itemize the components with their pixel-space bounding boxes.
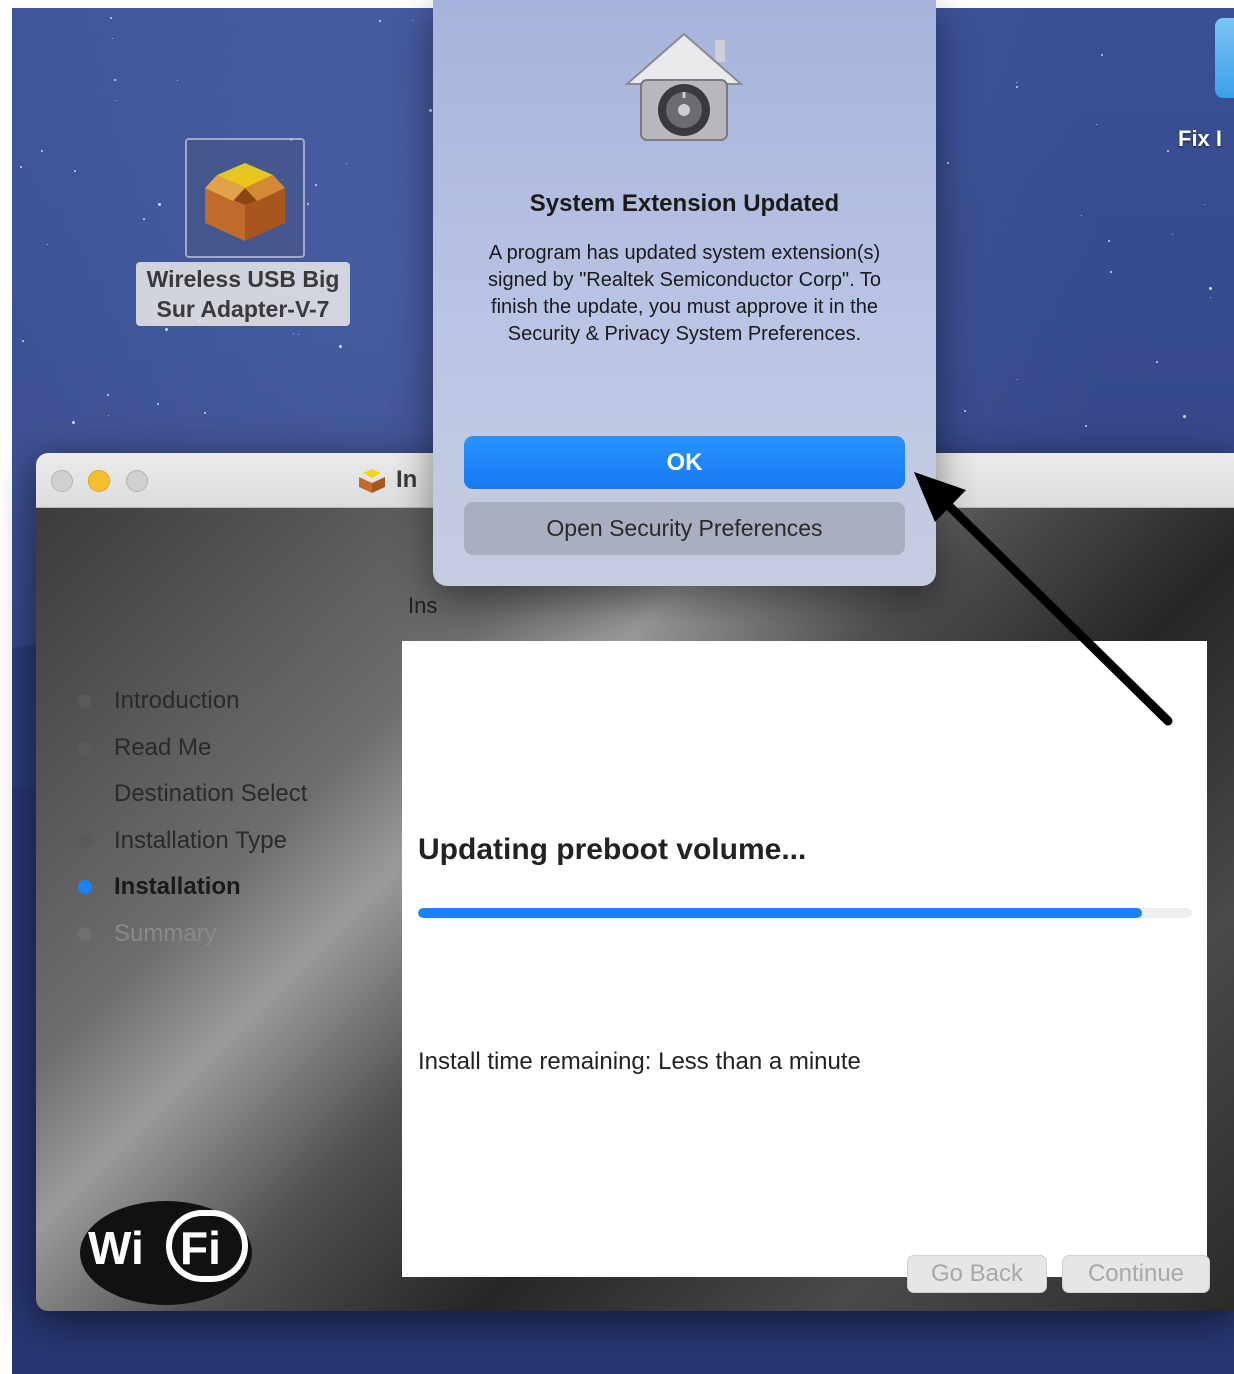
step-indicator [78,740,92,755]
step-label: Installation [114,873,241,901]
star [1096,124,1097,125]
star [1110,271,1112,273]
star [1016,86,1018,88]
installer-background: Ins Introduction Read Me Destination Sel… [36,508,1234,1311]
star [1156,361,1158,363]
folder-label[interactable]: Fix I [1178,126,1222,152]
star [165,328,168,331]
star [1204,204,1205,205]
wifi-logo-text-fi: Fi [180,1222,221,1274]
star [346,163,347,164]
star [157,403,159,405]
star [116,100,117,101]
wifi-logo: Wi Fi [80,1201,252,1305]
star [1172,234,1173,235]
star [72,421,75,424]
star [1017,379,1018,380]
star [964,410,966,412]
open-box-icon [205,163,285,241]
star [298,334,299,335]
step-summary: Summary [78,911,307,958]
star [947,162,949,164]
system-extension-alert: System Extension Updated A program has u… [433,0,936,586]
alert-message: A program has updated system extension(s… [488,242,881,345]
star [1209,287,1212,290]
folder-icon[interactable] [1215,18,1234,98]
minimize-window-button[interactable] [88,470,110,492]
star [110,17,112,19]
step-indicator [78,787,92,802]
star [22,340,24,342]
star [429,109,432,112]
step-destination-select: Destination Select [78,771,307,818]
wifi-logo-text-wi: Wi [88,1222,144,1274]
star [112,38,113,39]
step-indicator-active [78,880,92,895]
star [1183,415,1186,418]
pane-subtitle: Ins [408,593,438,618]
package-icon [359,469,385,493]
step-introduction: Introduction [78,678,307,725]
star [107,394,109,396]
installer-steps: Introduction Read Me Destination Select … [78,678,307,957]
star [47,244,48,245]
star [143,218,145,220]
step-label: Installation Type [114,826,288,854]
open-security-preferences-button[interactable]: Open Security Preferences [464,502,905,555]
security-lock-house-icon [624,32,744,141]
star [177,80,178,81]
step-read-me: Read Me [78,725,307,772]
step-installation: Installation [78,864,307,911]
alert-title: System Extension Updated [529,190,840,217]
step-indicator [78,926,92,941]
star [114,79,116,81]
package-icon[interactable] [185,138,305,258]
zoom-window-button[interactable] [126,470,148,492]
package-file-label[interactable]: Wireless USB Big Sur Adapter-V-7 [136,262,350,326]
star [158,203,161,206]
install-progress-bar [418,908,1192,918]
step-indicator [78,833,92,848]
step-label: Summary [114,919,217,947]
star [379,20,381,22]
step-label: Destination Select [114,780,308,808]
star [74,170,76,172]
window-title: In [396,466,418,493]
star [1101,54,1103,56]
step-indicator [78,694,92,709]
star [1085,425,1087,427]
package-label-line1: Wireless USB Big [146,266,340,292]
package-label-line2: Sur Adapter-V-7 [156,296,330,322]
star [315,184,317,186]
star [1210,297,1211,298]
star [1016,82,1017,83]
time-remaining-text: Install time remaining: Less than a minu… [418,1048,861,1075]
star [412,20,413,21]
step-label: Read Me [114,733,212,761]
star [307,203,309,205]
install-progress-fill [418,908,1142,918]
star [1108,240,1110,242]
go-back-button[interactable]: Go Back [907,1255,1047,1293]
continue-button[interactable]: Continue [1062,1255,1210,1293]
close-window-button[interactable] [51,470,73,492]
star [20,166,22,168]
star [1081,215,1082,216]
star [41,150,43,152]
install-status-text: Updating preboot volume... [418,833,807,866]
install-progress-panel: Updating preboot volume... Install time … [402,641,1207,1277]
step-label: Introduction [114,687,240,715]
star [204,412,206,414]
step-installation-type: Installation Type [78,818,307,865]
star [108,415,109,416]
ok-button[interactable]: OK [464,436,905,489]
star [339,345,342,348]
star [1167,150,1169,152]
star [293,333,294,334]
